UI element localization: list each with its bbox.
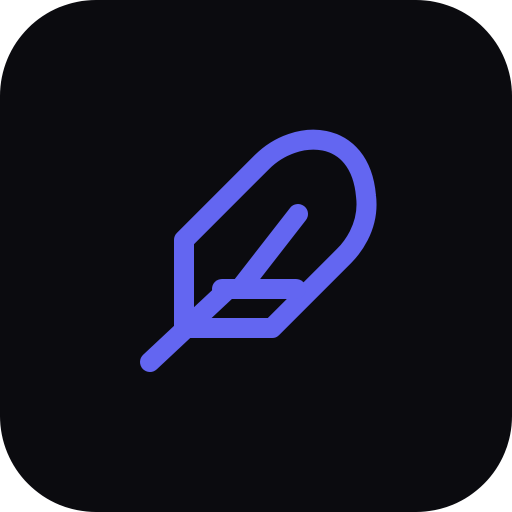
feather-icon xyxy=(140,129,377,372)
app-icon-tile[interactable] xyxy=(0,0,512,512)
feather-vein xyxy=(232,204,308,296)
